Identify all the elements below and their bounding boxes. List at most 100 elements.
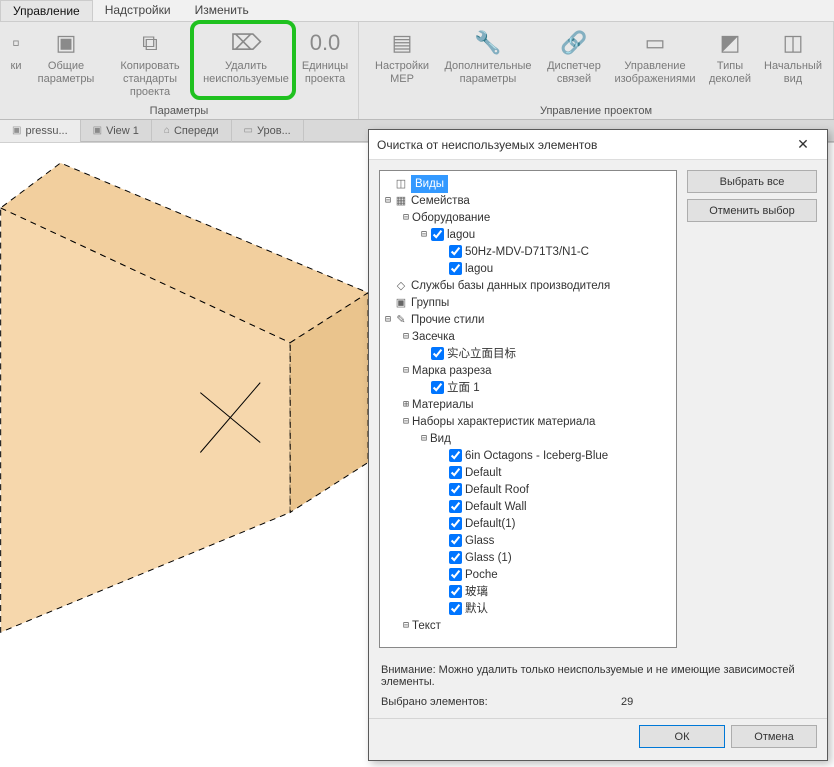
view-tab-1[interactable]: ▣View 1 xyxy=(81,120,152,142)
ribbon-btn-units[interactable]: 0.0 Единицыпроекта xyxy=(294,22,356,86)
tree-m8[interactable]: 玻璃 xyxy=(465,583,488,601)
ribbon-btn-mep[interactable]: ▤ НастройкиMEP xyxy=(366,22,438,86)
tree-lagou2[interactable]: lagou xyxy=(465,260,493,278)
tree-check[interactable] xyxy=(431,381,444,394)
expand-icon[interactable]: ⊟ xyxy=(418,430,430,448)
generic-icon: ▫ xyxy=(0,26,32,58)
view-tab-2[interactable]: ⌂Спереди xyxy=(152,120,232,142)
expand-icon[interactable]: ⊟ xyxy=(400,362,412,380)
tree-groups[interactable]: Группы xyxy=(411,294,449,312)
tree-check[interactable] xyxy=(449,245,462,258)
tree-check[interactable] xyxy=(449,585,462,598)
expand-icon[interactable]: ⊟ xyxy=(400,209,412,227)
expand-icon[interactable]: ⊟ xyxy=(418,226,430,244)
tree-families[interactable]: Семейства xyxy=(411,192,470,210)
tree-m2[interactable]: Default Roof xyxy=(465,481,529,499)
ok-button[interactable]: ОК xyxy=(639,725,725,748)
ribbon-btn-start-view[interactable]: ◫ Начальныйвид xyxy=(760,22,826,86)
tree-50hz[interactable]: 50Hz-MDV-D71T3/N1-C xyxy=(465,243,589,261)
tree-check[interactable] xyxy=(431,228,444,241)
tree-check[interactable] xyxy=(449,449,462,462)
view-tab-3[interactable]: ▭Уров... xyxy=(232,120,304,142)
tree-m5[interactable]: Glass xyxy=(465,532,494,550)
tab-addins[interactable]: Надстройки xyxy=(93,0,183,21)
ribbon-group-label-params: Параметры xyxy=(2,105,356,119)
tree-views[interactable]: Виды xyxy=(411,175,448,193)
ribbon-btn-purge-unused[interactable]: ⌦ Удалитьнеиспользуемые xyxy=(198,22,294,86)
tree-check[interactable] xyxy=(449,262,462,275)
tree-m4[interactable]: Default(1) xyxy=(465,515,516,533)
tree-check[interactable] xyxy=(449,466,462,479)
ribbon-group-label-project: Управление проектом xyxy=(361,105,831,119)
start-view-icon: ◫ xyxy=(777,26,809,58)
dialog-titlebar[interactable]: Очистка от неиспользуемых элементов ✕ xyxy=(369,130,827,160)
tree-equipment[interactable]: Оборудование xyxy=(412,209,490,227)
ribbon-body: ▫ ки ▣ Общиепараметры ⧉ Копироватьстанда… xyxy=(0,22,834,120)
tree-matsets[interactable]: Наборы характеристик материала xyxy=(412,413,595,431)
links-icon: 🔗 xyxy=(558,26,590,58)
dialog-side-buttons: Выбрать все Отменить выбор xyxy=(687,170,817,648)
tree-m1[interactable]: Default xyxy=(465,464,501,482)
deselect-all-button[interactable]: Отменить выбор xyxy=(687,199,817,222)
tree-check[interactable] xyxy=(449,534,462,547)
purge-dialog: Очистка от неиспользуемых элементов ✕ ◫В… xyxy=(368,129,828,761)
ribbon-btn-copy-standards[interactable]: ⧉ Копироватьстандарты проекта xyxy=(102,22,198,99)
tree-appearance[interactable]: Вид xyxy=(430,430,451,448)
cube-icon: ▣ xyxy=(93,125,102,136)
expand-icon[interactable]: ⊟ xyxy=(400,413,412,431)
tree-check[interactable] xyxy=(449,568,462,581)
tree-hatch[interactable]: Засечка xyxy=(412,328,455,346)
home-icon: ⌂ xyxy=(164,125,170,136)
tree-m0[interactable]: 6in Octagons - Iceberg-Blue xyxy=(465,447,608,465)
group-icon: ▣ xyxy=(394,294,408,312)
tree-check[interactable] xyxy=(449,517,462,530)
ribbon-btn-additional[interactable]: 🔧 Дополнительныепараметры xyxy=(438,22,538,86)
count-label: Выбрано элементов: xyxy=(381,696,621,708)
tree-section[interactable]: Марка разреза xyxy=(412,362,492,380)
dialog-warning: Внимание: Можно удалить только неиспольз… xyxy=(381,664,815,688)
ribbon-btn-decals[interactable]: ◩ Типыдеколей xyxy=(700,22,760,86)
tree-materials[interactable]: Материалы xyxy=(412,396,474,414)
dialog-close-button[interactable]: ✕ xyxy=(787,133,819,157)
cube-icon: ▣ xyxy=(12,125,21,136)
purge-tree[interactable]: ◫Виды ⊟▦Семейства ⊟Оборудование ⊟lagou 5… xyxy=(379,170,677,648)
tab-modify[interactable]: Изменить xyxy=(183,0,261,21)
family-icon: ▦ xyxy=(394,192,408,210)
view-tab-0[interactable]: ▣pressu... xyxy=(0,120,81,142)
tree-check[interactable] xyxy=(431,347,444,360)
decal-icon: ◩ xyxy=(714,26,746,58)
tree-mfg[interactable]: Службы базы данных производителя xyxy=(411,277,610,295)
tree-check[interactable] xyxy=(449,551,462,564)
tree-section1[interactable]: 立面 1 xyxy=(447,379,480,397)
expand-icon[interactable]: ⊟ xyxy=(400,617,412,635)
tree-styles[interactable]: Прочие стили xyxy=(411,311,484,329)
ribbon-btn-images[interactable]: ▭ Управлениеизображениями xyxy=(610,22,700,86)
expand-icon[interactable]: ⊟ xyxy=(400,328,412,346)
settings-icon: ▣ xyxy=(50,26,82,58)
tree-m9[interactable]: 默认 xyxy=(465,600,488,618)
cancel-button[interactable]: Отмена xyxy=(731,725,817,748)
tree-m7[interactable]: Poche xyxy=(465,566,498,584)
tree-check[interactable] xyxy=(449,483,462,496)
tree-check[interactable] xyxy=(449,602,462,615)
tree-text[interactable]: Текст xyxy=(412,617,441,635)
select-all-button[interactable]: Выбрать все xyxy=(687,170,817,193)
tree-hatch1[interactable]: 实心立面目标 xyxy=(447,345,516,363)
tree-m3[interactable]: Default Wall xyxy=(465,498,527,516)
styles-icon: ✎ xyxy=(394,311,408,329)
ribbon-btn-general-params[interactable]: ▣ Общиепараметры xyxy=(30,22,102,86)
expand-icon[interactable]: ⊟ xyxy=(382,311,394,329)
expand-icon[interactable]: ⊞ xyxy=(400,396,412,414)
tab-manage[interactable]: Управление xyxy=(0,0,93,21)
mep-icon: ▤ xyxy=(386,26,418,58)
tree-m6[interactable]: Glass (1) xyxy=(465,549,512,567)
expand-icon[interactable]: ⊟ xyxy=(382,192,394,210)
tree-lagou[interactable]: lagou xyxy=(447,226,475,244)
count-value: 29 xyxy=(621,696,633,708)
views-icon: ◫ xyxy=(394,175,408,193)
ribbon-btn-links[interactable]: 🔗 Диспетчерсвязей xyxy=(538,22,610,86)
tree-check[interactable] xyxy=(449,500,462,513)
dialog-title-text: Очистка от неиспользуемых элементов xyxy=(377,138,597,152)
ribbon-btn-partial[interactable]: ▫ ки xyxy=(2,22,30,73)
dialog-actions: ОК Отмена xyxy=(369,718,827,760)
